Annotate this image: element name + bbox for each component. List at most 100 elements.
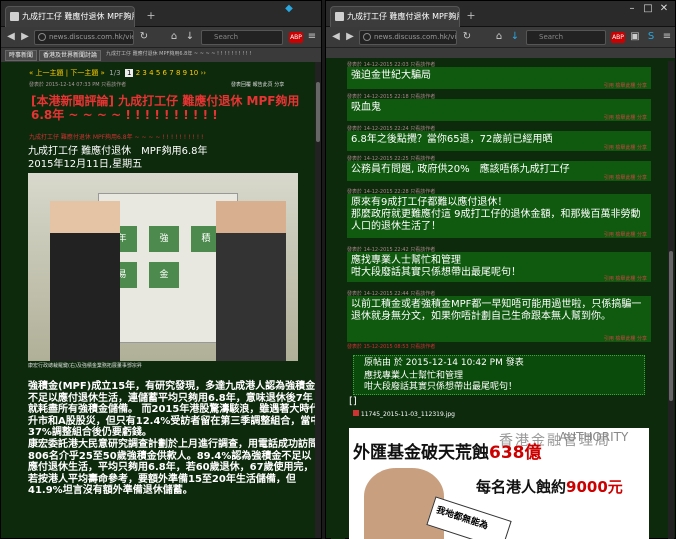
prev-topic-link[interactable]: « 上一主題 (29, 69, 64, 77)
page-link[interactable]: 3 (142, 69, 146, 77)
reply-actions[interactable]: 引用 檢舉此樓 分享 (604, 231, 647, 238)
reply-actions[interactable]: 引用 檢舉此樓 分享 (604, 82, 647, 89)
menu-icon[interactable]: ≡ (305, 30, 319, 44)
skype-icon[interactable]: S (644, 30, 658, 44)
globe-icon (363, 33, 371, 41)
reload-icon[interactable]: ↻ (460, 30, 474, 44)
article-body: 強積金(MPF)成立15年，有研究發現，多達九成港人認為強積金不足以應付退休生活… (28, 381, 321, 497)
reply-post: 原來有9成打工仔都難以應付退休！ 那麼政府就更難應付這 9成打工仔的退休金額，和… (347, 194, 651, 238)
right-toolbar (326, 48, 675, 58)
post-buttons: 發表回覆 報告此頁 分享 (231, 81, 284, 88)
attachment-filename: 11745_2015-11-03_112319.jpg (360, 411, 455, 418)
reply-actions[interactable]: 引用 檢舉此樓 分享 (604, 144, 647, 151)
forward-icon[interactable]: ▶ (18, 30, 32, 44)
photo-caption: 康宏行政總裁羅鍵(右)及強積金業務拓展董事鄧宗昇 (28, 363, 142, 369)
new-tab-icon[interactable]: + (144, 9, 158, 23)
home-icon[interactable]: ⌂ (492, 30, 506, 44)
home-icon[interactable]: ⌂ (167, 30, 181, 44)
page-link[interactable]: 9 (183, 69, 187, 77)
right-scroll-thumb[interactable] (669, 251, 673, 401)
nav-bar-right: ◀ ▶ news.discuss.com.hk/viewt ↻ ⌂ ↓ Sear… (326, 27, 675, 48)
reply-post: 吸血鬼 引用 檢舉此樓 分享 (347, 99, 651, 121)
forum-nav-toolbar: 時事新聞 香港及世界新聞討論 九成打工仔 難應付退休 MPF夠用6.8年 ~ ~… (1, 48, 321, 62)
maximize-icon[interactable]: □ (640, 3, 656, 14)
reply-post: 以前工積金或者強積金MPF都一早知唔可能用過世啦，只係搞騙一退休就身無分文，如果… (347, 296, 651, 342)
tab-title-right: 九成打工仔 難應付退休 MPF夠用... (347, 12, 460, 21)
page-link[interactable]: 5 (156, 69, 160, 77)
page-link[interactable]: 6 (163, 69, 167, 77)
page-link[interactable]: 8 (176, 69, 180, 77)
page-link-current[interactable]: 1 (125, 69, 134, 77)
page-link[interactable]: 7 (169, 69, 173, 77)
reply-actions[interactable]: 引用 檢舉此樓 分享 (604, 114, 647, 121)
adblock-icon[interactable]: ABP (611, 32, 625, 43)
download-icon[interactable]: ↓ (508, 30, 522, 44)
headline-2: 每名港人蝕約9000元 (476, 478, 623, 496)
last-reply-meta: 發表於 15-12-2015 08:53 只看該作者 (347, 344, 436, 350)
article-date: 2015年12月11日,星期五 (28, 159, 143, 170)
close-tab-icon[interactable]: ✕ (122, 7, 130, 26)
forward-icon[interactable]: ▶ (343, 30, 357, 44)
url-bar-right[interactable]: news.discuss.com.hk/viewt (359, 30, 457, 45)
tab-strip-right: 九成打工仔 難應付退休 MPF夠用... ✕ + – □ ✕ (326, 1, 675, 27)
attachment-label[interactable]: 11745_2015-11-03_112319.jpg (353, 410, 455, 418)
attached-news-image[interactable]: 香港金融管理局 AUTHORITY 外匯基金破天荒蝕638億 每名港人蝕約900… (349, 428, 649, 539)
reply-post: 公務員冇問題, 政府供20% 應該唔係九成打工仔 引用 檢舉此樓 分享 (347, 161, 651, 181)
quote-block: 原帖由 於 2015-12-14 10:42 PM 發表 應找專業人士幫忙和管理… (353, 355, 645, 395)
report-button[interactable]: 報告此頁 (253, 82, 273, 88)
left-scrollbar[interactable] (315, 62, 321, 538)
right-scrollbar[interactable] (668, 61, 674, 539)
thread-subline: 九成打工仔 難應付退休 MPF夠用6.8年 ~ ~ ~ ~ ! ! ! ! ! … (29, 134, 204, 141)
nav-bar: ◀ ▶ news.discuss.com.hk/viewthread.p ↻ ⌂… (1, 27, 321, 48)
globe-icon (38, 33, 46, 41)
reply-post: 6.8年之後點攪？當你65退，72歲前已經用晒 引用 檢舉此樓 分享 (347, 131, 651, 151)
shield-icon[interactable]: ▣ (628, 30, 642, 44)
next-topic-link[interactable]: 下一主題 » (70, 69, 105, 77)
article-photo: 年 強 積 易 金 (28, 173, 298, 361)
active-tab[interactable]: 九成打工仔 難應付退休 MPF夠用... ✕ (5, 6, 135, 27)
reply-post: 應找專業人士幫忙和管理 咁大段廢話其實只係想帶出最尾呢句！ 引用 檢舉此樓 分享 (347, 252, 651, 282)
pagination: « 上一主題 | 下一主題 » 1/3 1 2 3 4 5 6 7 8 9 10… (29, 69, 207, 77)
tab-title: 九成打工仔 難應付退休 MPF夠用... (22, 12, 135, 21)
reload-icon[interactable]: ↻ (137, 30, 151, 44)
page-link[interactable]: 4 (149, 69, 153, 77)
search-input-right[interactable]: Search (526, 30, 606, 45)
reply-button[interactable]: 發表回覆 (231, 82, 251, 88)
close-window-icon[interactable]: ✕ (656, 3, 672, 14)
adblock-icon[interactable]: ABP (289, 32, 303, 43)
person-left (50, 201, 120, 361)
thread-title: [本港新聞評論] 九成打工仔 難應付退休 MPF夠用6.8年 ~ ~ ~ ~ !… (31, 94, 300, 122)
url-bar[interactable]: news.discuss.com.hk/viewthread.p (34, 30, 134, 45)
download-icon[interactable]: ↓ (183, 30, 197, 44)
url-text-right: news.discuss.com.hk/viewt (374, 33, 457, 41)
new-tab-icon[interactable]: + (464, 9, 478, 23)
share-button[interactable]: 分享 (274, 82, 284, 88)
forum-link-news[interactable]: 時事新聞 (5, 50, 38, 61)
search-input[interactable]: Search (201, 30, 283, 45)
page-link[interactable]: 10 (189, 69, 198, 77)
right-gutter (331, 61, 345, 539)
url-text: news.discuss.com.hk/viewthread.p (49, 33, 133, 41)
article-title: 九成打工仔 難應付退休 MPF夠用6.8年 (28, 146, 208, 157)
page-link[interactable]: 2 (136, 69, 140, 77)
forum-link-hk-world[interactable]: 香港及世界新聞討論 (39, 50, 102, 61)
menu-icon[interactable]: ≡ (660, 30, 674, 44)
minimize-icon[interactable]: – (624, 3, 640, 14)
empty-tag: [] (349, 396, 357, 407)
quote-line: 咁大段廢話其實只係想帶出最尾呢句！ (364, 382, 518, 392)
back-icon[interactable]: ◀ (329, 30, 343, 44)
reply-actions[interactable]: 引用 檢舉此樓 分享 (604, 335, 647, 342)
back-icon[interactable]: ◀ (4, 30, 18, 44)
left-browser-window: 九成打工仔 難應付退休 MPF夠用... ✕ + ◆ ◀ ▶ news.disc… (0, 0, 322, 539)
page-favicon-icon (10, 12, 19, 21)
active-tab-right[interactable]: 九成打工仔 難應付退休 MPF夠用... ✕ (330, 6, 460, 27)
left-scroll-thumb[interactable] (316, 82, 320, 142)
last-page-link[interactable]: ›› (201, 69, 207, 77)
search-placeholder: Search (539, 33, 564, 41)
reply-actions[interactable]: 引用 檢舉此樓 分享 (604, 275, 647, 282)
reply-post: 強迫金世紀大騙局 引用 檢舉此樓 分享 (347, 67, 651, 89)
reply-actions[interactable]: 引用 檢舉此樓 分享 (604, 174, 647, 181)
quote-header: 原帖由 於 2015-12-14 10:42 PM 發表 (364, 358, 524, 368)
quote-line: 應找專業人士幫忙和管理 (364, 371, 464, 381)
close-tab-icon[interactable]: ✕ (447, 7, 455, 26)
